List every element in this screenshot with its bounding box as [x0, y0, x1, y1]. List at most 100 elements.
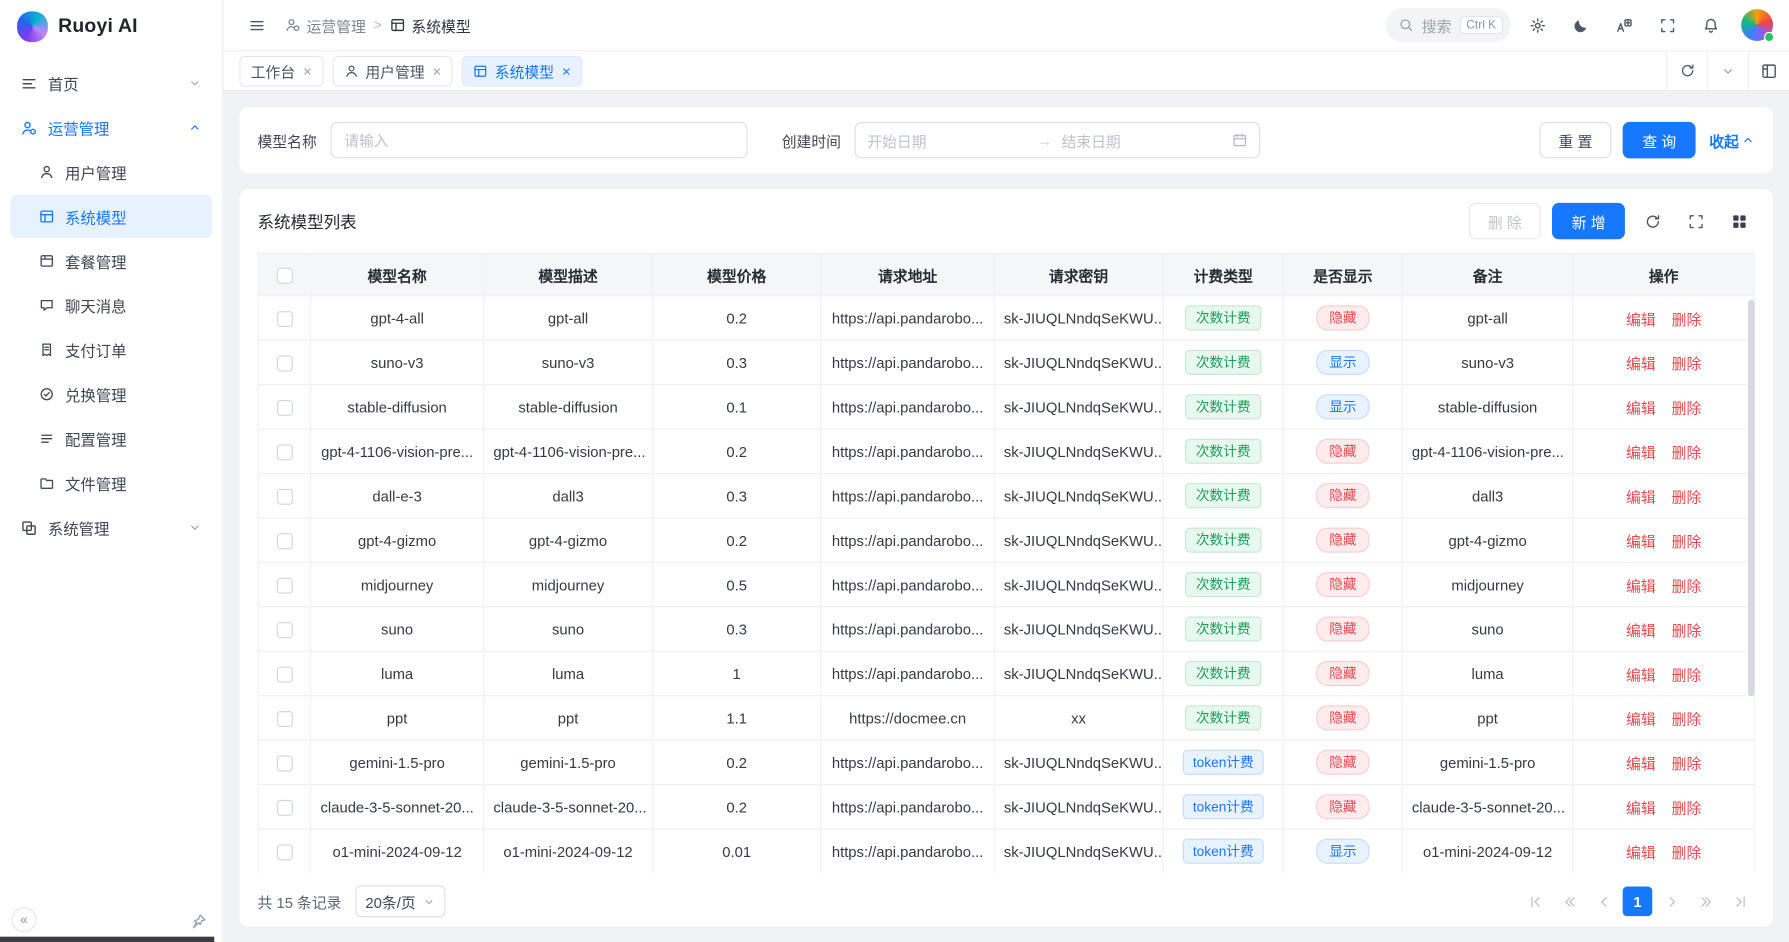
row-checkbox[interactable]	[276, 844, 292, 860]
sidebar-item-model[interactable]: 系统模型	[10, 195, 212, 238]
row-checkbox[interactable]	[276, 800, 292, 816]
refresh-tab-button[interactable]	[1666, 51, 1707, 90]
date-range-picker[interactable]: 开始日期 → 结束日期	[855, 122, 1261, 158]
select-all-checkbox[interactable]	[276, 268, 292, 284]
sidebar-item-operations[interactable]: 运营管理	[10, 106, 212, 149]
visibility-badge: 隐藏	[1317, 616, 1369, 641]
edit-link[interactable]: 编辑	[1626, 666, 1656, 683]
sidebar-item-user[interactable]: 用户管理	[10, 150, 212, 193]
query-button[interactable]: 查 询	[1623, 122, 1696, 158]
delete-link[interactable]: 删除	[1672, 622, 1702, 639]
row-checkbox[interactable]	[276, 533, 292, 549]
delete-link[interactable]: 删除	[1672, 577, 1702, 594]
user-avatar[interactable]	[1741, 9, 1773, 41]
delete-link[interactable]: 删除	[1672, 844, 1702, 861]
edit-link[interactable]: 编辑	[1626, 799, 1656, 816]
current-page-button[interactable]: 1	[1623, 887, 1653, 917]
row-checkbox[interactable]	[276, 755, 292, 771]
model-name-input[interactable]	[330, 122, 747, 158]
delete-link[interactable]: 删除	[1672, 666, 1702, 683]
delete-link[interactable]: 删除	[1672, 488, 1702, 505]
delete-button[interactable]: 删 除	[1469, 203, 1542, 239]
edit-link[interactable]: 编辑	[1626, 710, 1656, 727]
reset-button[interactable]: 重 置	[1539, 122, 1612, 158]
tab-workbench[interactable]: 工作台×	[239, 55, 323, 86]
row-checkbox[interactable]	[276, 666, 292, 682]
notifications-button[interactable]	[1693, 8, 1727, 42]
last-page-button[interactable]	[1725, 887, 1755, 917]
edit-link[interactable]: 编辑	[1626, 533, 1656, 550]
prev-page-button[interactable]	[1588, 887, 1618, 917]
back-pages-button[interactable]	[1554, 887, 1584, 917]
delete-link[interactable]: 删除	[1672, 710, 1702, 727]
row-checkbox[interactable]	[276, 711, 292, 727]
cell-model-name: stable-diffusion	[311, 385, 484, 429]
sidebar-item-chat[interactable]: 聊天消息	[10, 284, 212, 327]
row-checkbox-cell	[258, 607, 310, 651]
tab-user[interactable]: 用户管理×	[332, 55, 452, 86]
hamburger-menu-button[interactable]	[239, 8, 273, 42]
row-checkbox[interactable]	[276, 400, 292, 416]
sidebar-item-redeem[interactable]: 兑换管理	[10, 373, 212, 416]
row-checkbox[interactable]	[276, 577, 292, 593]
app-window: Ruoyi AI 首页 运营管理 用户管理系统模型套餐管理聊天消息支付订单兑换管…	[0, 0, 1789, 942]
edit-link[interactable]: 编辑	[1626, 577, 1656, 594]
edit-link[interactable]: 编辑	[1626, 844, 1656, 861]
tab-options-button[interactable]	[1707, 51, 1748, 90]
add-button[interactable]: 新 增	[1552, 203, 1625, 239]
tab-model[interactable]: 系统模型×	[462, 55, 582, 86]
sidebar-item-config[interactable]: 配置管理	[10, 417, 212, 460]
delete-link[interactable]: 删除	[1672, 533, 1702, 550]
next-page-button[interactable]	[1657, 887, 1687, 917]
delete-link[interactable]: 删除	[1672, 799, 1702, 816]
cell-billing-type: token计费	[1163, 740, 1284, 784]
edit-link[interactable]: 编辑	[1626, 622, 1656, 639]
logo[interactable]: Ruoyi AI	[0, 0, 222, 52]
delete-link[interactable]: 删除	[1672, 399, 1702, 416]
edit-link[interactable]: 编辑	[1626, 488, 1656, 505]
dark-mode-button[interactable]	[1563, 8, 1597, 42]
row-checkbox[interactable]	[276, 622, 292, 638]
row-checkbox[interactable]	[276, 489, 292, 505]
delete-link[interactable]: 删除	[1672, 355, 1702, 372]
expand-table-button[interactable]	[1680, 205, 1712, 237]
column-settings-button[interactable]	[1723, 205, 1755, 237]
breadcrumb-system-model[interactable]: 系统模型	[390, 14, 471, 36]
delete-link[interactable]: 删除	[1672, 444, 1702, 461]
table-scrollbar[interactable]	[1748, 300, 1755, 697]
row-checkbox[interactable]	[276, 311, 292, 327]
breadcrumb-operations[interactable]: 运营管理	[285, 14, 366, 36]
close-icon[interactable]: ×	[433, 63, 442, 78]
edit-link[interactable]: 编辑	[1626, 444, 1656, 461]
row-checkbox[interactable]	[276, 355, 292, 371]
sidebar-item-system[interactable]: 系统管理	[10, 506, 212, 549]
row-checkbox[interactable]	[276, 444, 292, 460]
sidebar-item-order[interactable]: 支付订单	[10, 328, 212, 371]
global-search[interactable]: 搜索 Ctrl K	[1385, 8, 1511, 42]
close-icon[interactable]: ×	[303, 63, 312, 78]
fullscreen-button[interactable]	[1650, 8, 1684, 42]
settings-button[interactable]	[1520, 8, 1554, 42]
sidebar-item-home[interactable]: 首页	[10, 62, 212, 105]
cell-model-desc: gpt-all	[484, 296, 653, 340]
edit-link[interactable]: 编辑	[1626, 311, 1656, 328]
forward-pages-button[interactable]	[1691, 887, 1721, 917]
collapse-sidebar-button[interactable]: «	[11, 907, 36, 932]
delete-link[interactable]: 删除	[1672, 755, 1702, 772]
model-name-label: 模型名称	[258, 129, 317, 151]
language-button[interactable]	[1607, 8, 1641, 42]
edit-link[interactable]: 编辑	[1626, 355, 1656, 372]
delete-link[interactable]: 删除	[1672, 311, 1702, 328]
sidebar-item-package[interactable]: 套餐管理	[10, 239, 212, 282]
layout-toggle-button[interactable]	[1748, 51, 1789, 90]
pin-icon[interactable]	[190, 913, 207, 930]
first-page-button[interactable]	[1520, 887, 1550, 917]
edit-link[interactable]: 编辑	[1626, 755, 1656, 772]
close-icon[interactable]: ×	[562, 63, 571, 78]
edit-link[interactable]: 编辑	[1626, 399, 1656, 416]
page-size-select[interactable]: 20条/页	[355, 885, 445, 917]
sidebar-item-folder[interactable]: 文件管理	[10, 461, 212, 504]
main-area: 运营管理 > 系统模型 搜索 Ctrl K	[223, 0, 1789, 942]
refresh-table-button[interactable]	[1636, 205, 1668, 237]
collapse-filter-link[interactable]: 收起	[1709, 129, 1755, 151]
